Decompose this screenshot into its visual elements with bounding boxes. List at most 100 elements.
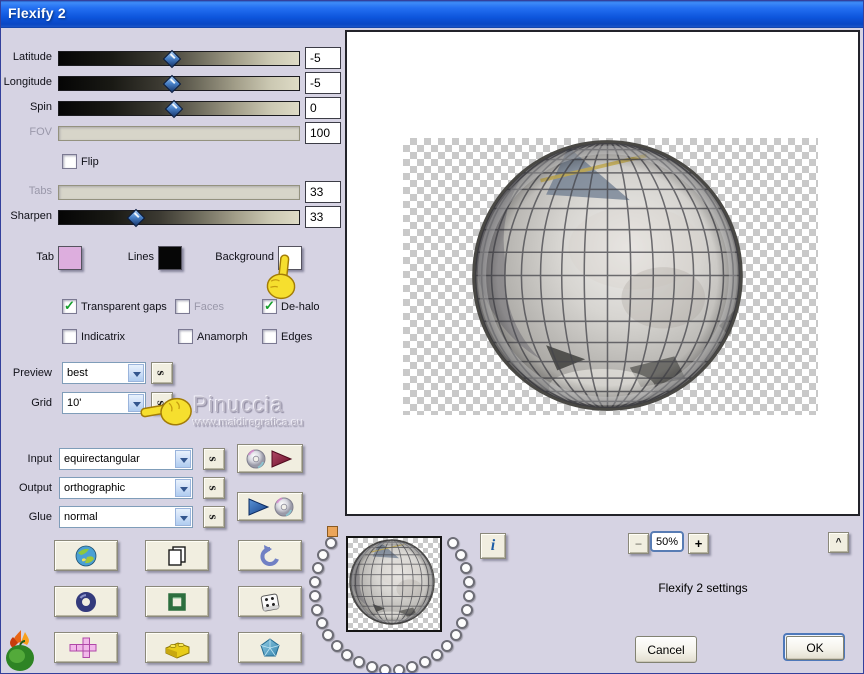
- input-shuffle-button[interactable]: s: [203, 448, 225, 470]
- settings-slot-dot[interactable]: [352, 656, 365, 669]
- input-combo[interactable]: equirectangular: [59, 448, 193, 470]
- settings-slot-dot[interactable]: [462, 576, 475, 589]
- randomize-dice-button[interactable]: [238, 586, 302, 617]
- spin-value[interactable]: 0: [305, 97, 341, 119]
- longitude-value[interactable]: -5: [305, 72, 341, 94]
- indicatrix-label: Indicatrix: [81, 331, 126, 343]
- settings-slot-dot[interactable]: [312, 562, 325, 575]
- input-combo-value: equirectangular: [64, 453, 140, 465]
- settings-slot-dot[interactable]: [454, 549, 467, 562]
- output-combo-arrow[interactable]: [175, 479, 191, 497]
- window-title: Flexify 2: [8, 5, 66, 21]
- spin-slider[interactable]: [58, 99, 300, 118]
- cancel-button[interactable]: Cancel: [635, 636, 697, 663]
- preview-combo-value: best: [67, 367, 88, 379]
- glue-combo-label: Glue: [28, 511, 52, 523]
- tabs-value[interactable]: 33: [305, 181, 341, 203]
- ok-button[interactable]: OK: [786, 636, 844, 660]
- collapse-button[interactable]: ^: [828, 532, 849, 553]
- title-bar[interactable]: Flexify 2: [0, 0, 864, 28]
- flaming-pear-logo-icon: [6, 630, 34, 671]
- dice-icon: [260, 593, 280, 611]
- sharpen-label: Sharpen: [10, 210, 52, 222]
- anamorph-checkbox[interactable]: [178, 329, 193, 344]
- flip-checkbox[interactable]: [62, 154, 77, 169]
- undo-button[interactable]: [238, 540, 302, 571]
- random-planet-button[interactable]: [54, 540, 118, 571]
- lines-color-swatch[interactable]: [158, 246, 182, 270]
- glue-combo-arrow[interactable]: [175, 508, 191, 526]
- settings-thumbnail[interactable]: [346, 536, 442, 632]
- sharpen-slider[interactable]: [58, 208, 300, 227]
- flip-label: Flip: [81, 156, 99, 168]
- settings-slot-dot[interactable]: [330, 640, 343, 653]
- settings-slot-dot[interactable]: [460, 603, 473, 616]
- tabs-slider: [58, 185, 300, 200]
- settings-slot-dot[interactable]: [365, 661, 378, 674]
- output-shuffle-button[interactable]: s: [203, 477, 225, 499]
- pointing-hand-left-icon: [140, 397, 192, 426]
- zoom-level-field[interactable]: 50%: [650, 531, 684, 552]
- settings-slot-dot[interactable]: [441, 640, 454, 653]
- flexify2-dialog: Flexify 2 Latitude -5 Longitude -5 Spin …: [0, 0, 864, 674]
- settings-slot-dot[interactable]: [447, 537, 460, 550]
- spin-label: Spin: [29, 101, 52, 113]
- fov-value[interactable]: 100: [305, 122, 341, 144]
- zoom-out-button[interactable]: −: [628, 533, 649, 554]
- globe-thumbnail-image: [349, 539, 435, 625]
- de-halo-checkbox[interactable]: ✓: [262, 299, 277, 314]
- settings-slot-dot[interactable]: [309, 590, 322, 602]
- slider-thumb[interactable]: [162, 49, 181, 68]
- settings-slot-dot[interactable]: [406, 661, 419, 674]
- preview-combo-arrow[interactable]: [128, 364, 144, 382]
- preview-shuffle-button[interactable]: s: [151, 362, 173, 384]
- settings-slot-dot[interactable]: [462, 590, 475, 602]
- input-combo-label: Input: [27, 453, 52, 465]
- grid-combo[interactable]: 10': [62, 392, 146, 414]
- settings-slot-dot[interactable]: [322, 629, 335, 642]
- brick-button[interactable]: [145, 632, 209, 663]
- settings-slot-dot[interactable]: [315, 617, 328, 630]
- settings-slot-dot[interactable]: [311, 603, 324, 616]
- sharpen-value[interactable]: 33: [305, 206, 341, 228]
- settings-slot-dot[interactable]: [392, 663, 405, 674]
- input-combo-arrow[interactable]: [175, 450, 191, 468]
- torus-button[interactable]: [54, 586, 118, 617]
- square-frame-button[interactable]: [145, 586, 209, 617]
- settings-slot-dot[interactable]: [449, 629, 462, 642]
- settings-slot-dot[interactable]: [341, 649, 354, 662]
- slider-thumb[interactable]: [126, 208, 145, 227]
- transparent-gaps-checkbox[interactable]: ✓: [62, 299, 77, 314]
- tab-color-swatch[interactable]: [58, 246, 82, 270]
- settings-slot-dot[interactable]: [459, 562, 472, 575]
- settings-slot-dot[interactable]: [324, 537, 337, 550]
- crystal-button[interactable]: [238, 632, 302, 663]
- latitude-slider[interactable]: [58, 49, 300, 68]
- save-settings-button[interactable]: [237, 444, 303, 473]
- cd-import-icon: [248, 496, 294, 516]
- info-button[interactable]: i: [480, 533, 506, 559]
- load-settings-button[interactable]: [237, 492, 303, 521]
- settings-slot-dot[interactable]: [456, 617, 469, 630]
- copy-pages-icon: [168, 545, 186, 566]
- edges-checkbox[interactable]: [262, 329, 277, 344]
- glue-shuffle-button[interactable]: s: [203, 506, 225, 528]
- longitude-slider[interactable]: [58, 74, 300, 93]
- settings-slot-dot[interactable]: [317, 549, 330, 562]
- watermark-url: www.maidiregrafica.eu: [193, 417, 304, 429]
- slider-thumb[interactable]: [164, 99, 184, 118]
- slider-thumb[interactable]: [162, 74, 181, 93]
- settings-slot-dot[interactable]: [379, 663, 392, 674]
- zoom-in-button[interactable]: +: [688, 533, 709, 554]
- latitude-value[interactable]: -5: [305, 47, 341, 69]
- settings-slot-dot[interactable]: [430, 649, 443, 662]
- copy-button[interactable]: [145, 540, 209, 571]
- settings-slot-dot[interactable]: [419, 656, 432, 669]
- indicatrix-checkbox[interactable]: [62, 329, 77, 344]
- planet-icon: [75, 545, 97, 566]
- preview-combo[interactable]: best: [62, 362, 146, 384]
- settings-slot-dot[interactable]: [309, 576, 322, 589]
- output-combo[interactable]: orthographic: [59, 477, 193, 499]
- cube-net-button[interactable]: [54, 632, 118, 663]
- glue-combo[interactable]: normal: [59, 506, 193, 528]
